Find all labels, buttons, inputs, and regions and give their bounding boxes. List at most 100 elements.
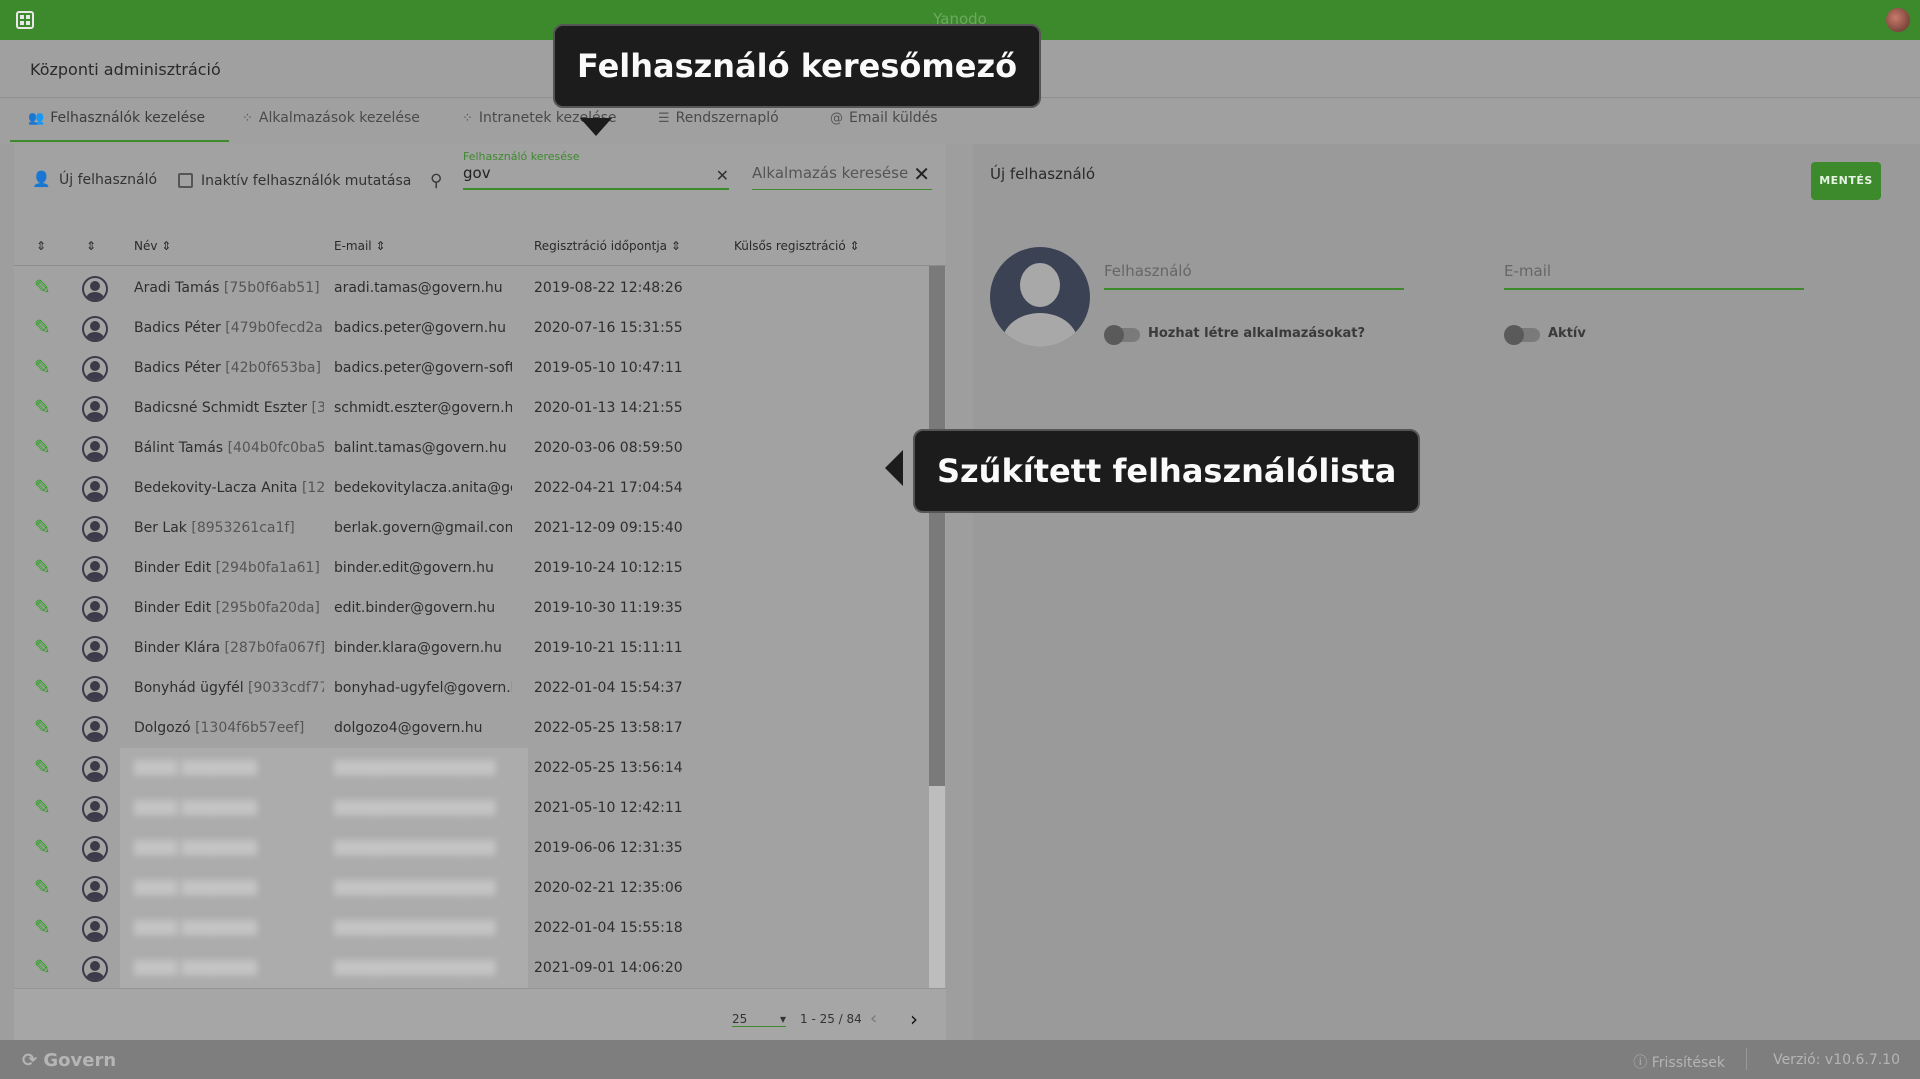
table-row[interactable]: ✎ ████ ███████ ███████████████ 2022-01-04 1… [14,908,930,948]
user-avatar-icon [82,276,108,302]
registration-date: 2022-01-04 15:54:37 [534,680,683,696]
user-name: Ber Lak [8953261ca1f] [134,520,295,536]
tab-users[interactable]: 👥 Felhasználók kezelése [9,110,230,142]
edit-icon[interactable]: ✎ [34,276,56,298]
callout-arrow [580,118,612,136]
user-name: Bonyhád ügyfél [9033cdf77 [134,680,324,696]
apps-icon: ⁘ [242,110,253,126]
user-email: badics.peter@govern.hu [334,320,506,336]
blurred-name: ████ ███████ [134,960,257,976]
table-row[interactable]: ✎ Badics Péter [479b0fecd2a] badics.peter@… [14,308,930,348]
edit-icon[interactable]: ✎ [34,876,56,898]
edit-icon[interactable]: ✎ [34,916,56,938]
tab-syslog-label: Rendszernapló [675,110,779,126]
column-name[interactable]: Név ⇕ [134,239,171,253]
active-toggle[interactable] [1504,325,1540,345]
updates-link[interactable]: ⓘ Frissítések [1633,1052,1725,1072]
blurred-email: ███████████████ [334,920,496,936]
sort-icon[interactable]: ⇕ [36,239,46,253]
table-row[interactable]: ✎ Binder Edit [294b0fa1a61] binder.edit@go… [14,548,930,588]
user-avatar-icon [82,876,108,902]
user-name: Badics Péter [42b0f653ba] [134,360,321,376]
column-registration[interactable]: Regisztráció időpontja ⇕ [534,239,681,253]
edit-icon[interactable]: ✎ [34,836,56,858]
sort-icon[interactable]: ⇕ [86,239,96,253]
page-range: 1 - 25 / 84 [800,1012,862,1026]
table-row[interactable]: ✎ Binder Klára [287b0fa067f] binder.klara@… [14,628,930,668]
edit-icon[interactable]: ✎ [34,436,56,458]
column-external[interactable]: Külsős regisztráció ⇕ [734,239,860,253]
user-email: dolgozo4@govern.hu [334,720,483,736]
add-user-icon[interactable]: 👤 [32,170,51,188]
table-row[interactable]: ✎ ████ ███████ ███████████████ 2022-05-25 1… [14,748,930,788]
table-row[interactable]: ✎ Dolgozó [1304f6b57eef] dolgozo4@govern.h… [14,708,930,748]
user-avatar-icon [82,716,108,742]
dropdown-icon: ▾ [779,1012,786,1026]
tab-apps-label: Alkalmazások kezelése [258,110,420,126]
user-avatar-icon [82,956,108,982]
table-row[interactable]: ✎ Binder Edit [295b0fa20da] edit.binder@go… [14,588,930,628]
user-search-input[interactable]: gov ✕ [463,164,729,190]
page-size-select[interactable]: 25 ▾ [732,1012,786,1027]
table-row[interactable]: ✎ ████ ███████ ███████████████ 2021-09-01 1… [14,948,930,988]
table-row[interactable]: ✎ Bálint Tamás [404b0fc0ba5] balint.tamas@… [14,428,930,468]
edit-icon[interactable]: ✎ [34,476,56,498]
edit-icon[interactable]: ✎ [34,796,56,818]
user-avatar-icon [82,316,108,342]
user-avatar-icon [82,636,108,662]
tab-email[interactable]: @ Email küldés [830,110,938,126]
edit-icon[interactable]: ✎ [34,516,56,538]
username-field[interactable]: Felhasználó [1104,262,1404,290]
column-email[interactable]: E-mail ⇕ [334,239,386,253]
table-row[interactable]: ✎ Bedekovity-Lacza Anita [128 bedekovityla… [14,468,930,508]
tab-apps[interactable]: ⁘ Alkalmazások kezelése [242,110,420,126]
user-name: Bedekovity-Lacza Anita [128 [134,480,324,496]
active-label: Aktív [1548,326,1586,341]
can-create-apps-toggle[interactable] [1104,325,1140,345]
table-row[interactable]: ✎ Aradi Tamás [75b0f6ab51] aradi.tamas@gov… [14,268,930,308]
avatar-placeholder[interactable] [990,247,1090,347]
table-row[interactable]: ✎ Badicsné Schmidt Eszter [36 schmidt.eszt… [14,388,930,428]
new-user-button[interactable]: Új felhasználó [59,172,157,188]
user-name: Binder Edit [295b0fa20da] [134,600,320,616]
search-icon: ⚲ [430,171,443,191]
user-email: balint.tamas@govern.hu [334,440,507,456]
table-row[interactable]: ✎ ████ ███████ ███████████████ 2020-02-21 1… [14,868,930,908]
blurred-email: ███████████████ [334,960,496,976]
email-field[interactable]: E-mail [1504,262,1804,290]
table-row[interactable]: ✎ Badics Péter [42b0f653ba] badics.peter@g… [14,348,930,388]
edit-icon[interactable]: ✎ [34,716,56,738]
registration-date: 2019-10-30 11:19:35 [534,600,683,616]
user-name: Aradi Tamás [75b0f6ab51] [134,280,320,296]
edit-icon[interactable]: ✎ [34,756,56,778]
close-icon[interactable]: ✕ [913,162,930,186]
edit-icon[interactable]: ✎ [34,956,56,978]
edit-icon[interactable]: ✎ [34,396,56,418]
table-row[interactable]: ✎ Ber Lak [8953261ca1f] berlak.govern@gmai… [14,508,930,548]
app-search-input[interactable]: Alkalmazás keresése ✕ [752,162,932,190]
prev-page-icon[interactable]: ‹ [870,1008,877,1029]
user-avatar[interactable] [1886,8,1910,32]
apps-icon: ⁘ [462,110,473,126]
edit-icon[interactable]: ✎ [34,636,56,658]
user-name: Badicsné Schmidt Eszter [36 [134,400,324,416]
table-header: ⇕ ⇕ Név ⇕ E-mail ⇕ Regisztráció időpontj… [14,228,946,266]
save-button[interactable]: MENTÉS [1811,162,1881,200]
next-page-icon[interactable]: › [910,1007,918,1031]
clear-search-icon[interactable]: ✕ [716,166,729,185]
edit-icon[interactable]: ✎ [34,596,56,618]
table-row[interactable]: ✎ ████ ███████ ███████████████ 2019-06-06 1… [14,828,930,868]
registration-date: 2020-07-16 15:31:55 [534,320,683,336]
edit-icon[interactable]: ✎ [34,316,56,338]
tab-syslog[interactable]: ☰ Rendszernapló [658,110,779,126]
user-avatar-icon [82,916,108,942]
scrollbar-thumb[interactable] [929,266,945,786]
table-row[interactable]: ✎ Bonyhád ügyfél [9033cdf77 bonyhad-ugyfel… [14,668,930,708]
show-inactive-checkbox[interactable] [178,173,193,188]
at-icon: @ [830,110,843,126]
list-callout: Szűkített felhasználólista [913,429,1421,513]
table-row[interactable]: ✎ ████ ███████ ███████████████ 2021-05-10 1… [14,788,930,828]
edit-icon[interactable]: ✎ [34,676,56,698]
edit-icon[interactable]: ✎ [34,356,56,378]
edit-icon[interactable]: ✎ [34,556,56,578]
